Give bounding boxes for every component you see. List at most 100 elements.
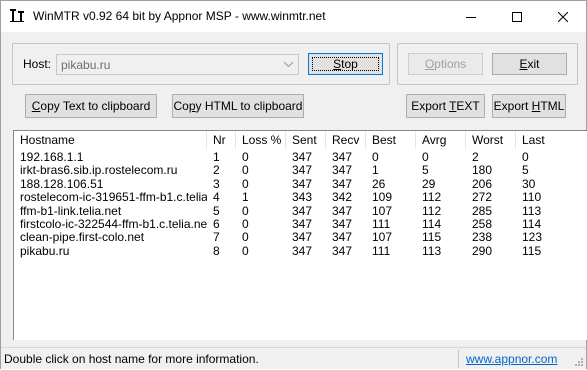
cell-avrg: 114	[422, 218, 442, 231]
cell-worst: 285	[472, 204, 493, 218]
cell-sent: 347	[292, 231, 313, 245]
results-table[interactable]: Hostname Nr Loss % Sent Recv Best Avrg W…	[13, 130, 587, 340]
status-message: Double click on host name for more infor…	[4, 352, 259, 366]
exit-button[interactable]: Exit	[492, 53, 567, 75]
cell-worst: 272	[472, 191, 493, 205]
export-text-button[interactable]: Export TEXT	[406, 94, 485, 118]
window-title: WinMTR v0.92 64 bit by Appnor MSP - www.…	[33, 9, 326, 23]
minimize-button[interactable]	[448, 1, 494, 32]
cell-nr: 8	[213, 244, 220, 258]
cell-last: 115	[522, 244, 542, 258]
table-row[interactable]: rostelecom-ic-319651-ffm-b1.c.telia.net 4…	[14, 191, 587, 204]
column-header-sent[interactable]: Sent	[286, 131, 326, 149]
cell-worst: 238	[472, 231, 493, 245]
cell-loss: 0	[242, 177, 249, 191]
table-row[interactable]: firstcolo-ic-322544-ffm-b1.c.telia.net 6 0…	[14, 218, 587, 231]
cell-best: 111	[372, 218, 391, 231]
winmtr-window: WinMTR v0.92 64 bit by Appnor MSP - www.…	[0, 0, 587, 369]
table-row[interactable]: ffm-b1-link.telia.net 5 0 347 347 107 112 285 11…	[14, 205, 587, 218]
options-button[interactable]: Options	[408, 53, 483, 75]
cell-hostname[interactable]: irkt-bras6.sib.ip.rostelecom.ru	[14, 164, 207, 177]
maximize-icon	[512, 11, 522, 22]
copy-html-button-label: Copy HTML to clipboard	[173, 99, 303, 113]
cell-last: 123	[522, 231, 543, 245]
cell-last: 0	[522, 151, 529, 164]
maximize-button[interactable]	[494, 1, 540, 32]
cell-loss: 0	[242, 231, 249, 245]
cell-avrg: 112	[422, 191, 442, 205]
table-row[interactable]: clean-pipe.first-colo.net 7 0 347 347 107 115 2…	[14, 231, 587, 244]
cell-worst: 180	[472, 164, 493, 178]
cell-hostname[interactable]: clean-pipe.first-colo.net	[14, 231, 207, 244]
table-row[interactable]: irkt-bras6.sib.ip.rostelecom.ru 2 0 347 347 1…	[14, 164, 587, 177]
stop-button[interactable]: Stop	[308, 53, 383, 75]
cell-nr: 3	[213, 177, 220, 191]
cell-best: 1	[372, 164, 379, 178]
cell-hostname[interactable]: firstcolo-ic-322544-ffm-b1.c.telia.net	[14, 218, 207, 231]
column-header-nr[interactable]: Nr	[207, 131, 236, 149]
cell-recv: 347	[332, 177, 353, 191]
appnor-link[interactable]: www.appnor.com	[466, 352, 557, 366]
cell-avrg: 112	[422, 204, 442, 218]
cell-nr: 1	[213, 151, 220, 164]
cell-nr: 2	[213, 164, 220, 178]
copy-text-button[interactable]: Copy Text to clipboard	[25, 94, 157, 118]
column-header-loss[interactable]: Loss %	[236, 131, 286, 149]
export-html-button-label: Export HTML	[493, 99, 565, 113]
cell-avrg: 29	[422, 177, 436, 191]
chevron-down-icon[interactable]	[280, 56, 297, 73]
cell-loss: 0	[242, 151, 249, 164]
export-html-button[interactable]: Export HTML	[492, 94, 566, 118]
cell-last: 113	[522, 204, 542, 218]
cell-worst: 290	[472, 244, 493, 258]
cell-hostname[interactable]: pikabu.ru	[14, 245, 207, 258]
cell-nr: 7	[213, 231, 220, 245]
cell-hostname[interactable]: 192.168.1.1	[14, 151, 207, 164]
cell-hostname[interactable]: 188.128.106.51	[14, 178, 207, 191]
options-button-label: Options	[424, 57, 467, 71]
column-header-recv[interactable]: Recv	[326, 131, 366, 149]
options-exit-group: Options Exit	[397, 43, 578, 85]
cell-loss: 0	[242, 244, 249, 258]
cell-last: 110	[522, 191, 542, 205]
cell-loss: 0	[242, 218, 249, 231]
cell-best: 107	[372, 204, 393, 218]
cell-worst: 2	[472, 151, 479, 164]
column-header-avrg[interactable]: Avrg	[416, 131, 466, 149]
cell-avrg: 113	[422, 244, 442, 258]
column-header-hostname[interactable]: Hostname	[14, 131, 207, 149]
host-combobox[interactable]: pikabu.ru	[56, 54, 299, 75]
cell-best: 109	[372, 191, 393, 205]
column-header-best[interactable]: Best	[366, 131, 416, 149]
table-row[interactable]: 192.168.1.1 1 0 347 347 0 0 2 0	[14, 151, 587, 164]
cell-hostname[interactable]: ffm-b1-link.telia.net	[14, 205, 207, 218]
copy-html-button[interactable]: Copy HTML to clipboard	[172, 94, 304, 118]
close-button[interactable]	[540, 1, 586, 32]
title-bar[interactable]: WinMTR v0.92 64 bit by Appnor MSP - www.…	[1, 1, 586, 32]
cell-recv: 347	[332, 231, 353, 245]
table-row[interactable]: 188.128.106.51 3 0 347 347 26 29 206 30	[14, 178, 587, 191]
host-group: Host: pikabu.ru Stop	[12, 43, 390, 85]
cell-avrg: 0	[422, 151, 429, 164]
cell-best: 0	[372, 151, 379, 164]
minimize-icon	[466, 16, 476, 18]
column-header-worst[interactable]: Worst	[466, 131, 516, 149]
cell-loss: 0	[242, 204, 249, 218]
status-separator	[458, 350, 459, 368]
cell-sent: 343	[292, 191, 313, 205]
column-header-last[interactable]: Last	[516, 131, 587, 149]
host-label: Host:	[23, 57, 52, 71]
export-text-button-label: Export TEXT	[411, 99, 480, 113]
focus-rect	[312, 57, 379, 71]
cell-best: 26	[372, 177, 386, 191]
cell-recv: 347	[332, 164, 353, 178]
resize-grip-icon[interactable]	[572, 355, 584, 367]
cell-last: 114	[522, 218, 542, 231]
cell-hostname[interactable]: rostelecom-ic-319651-ffm-b1.c.telia.net	[14, 191, 207, 204]
cell-recv: 342	[332, 191, 353, 205]
cell-worst: 206	[472, 177, 493, 191]
table-row[interactable]: pikabu.ru 8 0 347 347 111 113 290 115	[14, 245, 587, 258]
cell-sent: 347	[292, 218, 313, 231]
cell-sent: 347	[292, 204, 313, 218]
table-header: Hostname Nr Loss % Sent Recv Best Avrg W…	[14, 131, 587, 149]
